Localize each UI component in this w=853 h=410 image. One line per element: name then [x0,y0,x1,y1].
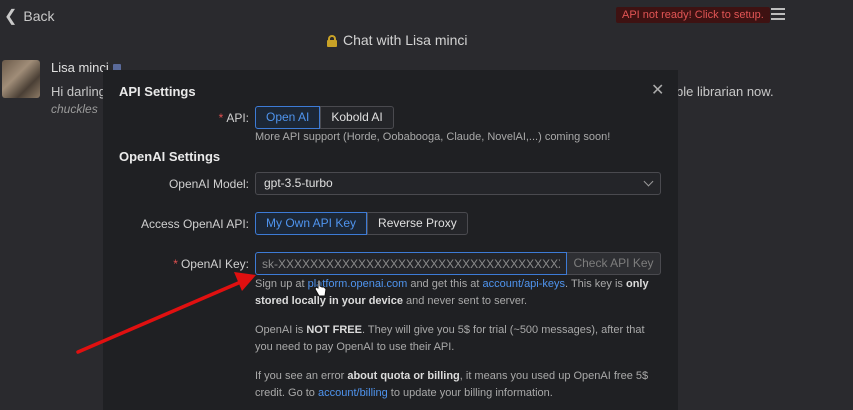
chat-title-text: Chat with Lisa minci [343,32,468,48]
openai-key-input[interactable] [255,252,567,275]
key-label: * OpenAI Key: [173,257,249,271]
top-bar: ❮ Back API not ready! Click to setup. [0,0,853,32]
api-option-openai[interactable]: Open AI [255,106,321,129]
model-select[interactable]: gpt-3.5-turbo [255,172,661,195]
api-keys-link[interactable]: account/api-keys [482,278,565,290]
openai-settings-title: OpenAI Settings [119,149,221,164]
check-api-key-button[interactable]: Check API Key [567,252,661,275]
lock-icon [327,34,337,47]
access-option-own-key[interactable]: My Own API Key [255,212,368,235]
message-text-left-line2: chuckles [51,102,98,116]
access-option-reverse-proxy[interactable]: Reverse Proxy [367,212,468,235]
avatar[interactable] [2,60,40,98]
quota-note: If you see an error about quota or billi… [255,370,649,399]
billing-link[interactable]: account/billing [318,387,388,399]
chevron-left-icon: ❮ [4,8,18,25]
message-text-left: Hi darling [51,84,106,99]
api-settings-modal: API Settings ✕ * API: Open AI Kobold AI M… [103,70,678,410]
modal-title: API Settings [119,84,196,99]
api-not-ready-badge[interactable]: API not ready! Click to setup. [616,7,770,23]
not-free-note: OpenAI is NOT FREE. They will give you 5… [255,324,645,353]
access-selector: My Own API Key Reverse Proxy [255,212,468,235]
back-label: Back [23,8,55,24]
chevron-down-icon [643,176,654,187]
hamburger-menu-icon[interactable] [771,8,785,20]
api-option-kobold[interactable]: Kobold AI [320,106,394,129]
api-selector: Open AI Kobold AI [255,106,394,129]
model-label: OpenAI Model: [168,177,249,191]
api-label: * API: [218,111,249,125]
model-value: gpt-3.5-turbo [264,176,333,190]
chat-title: Chat with Lisa minci [327,32,468,48]
message-text-right: ble librarian now. [676,84,774,99]
back-button[interactable]: ❮ Back [4,6,55,26]
api-support-note: More API support (Horde, Oobabooga, Clau… [255,131,611,143]
access-label: Access OpenAI API: [140,217,249,231]
hand-cursor-icon [314,279,327,297]
close-icon[interactable]: ✕ [651,80,664,100]
